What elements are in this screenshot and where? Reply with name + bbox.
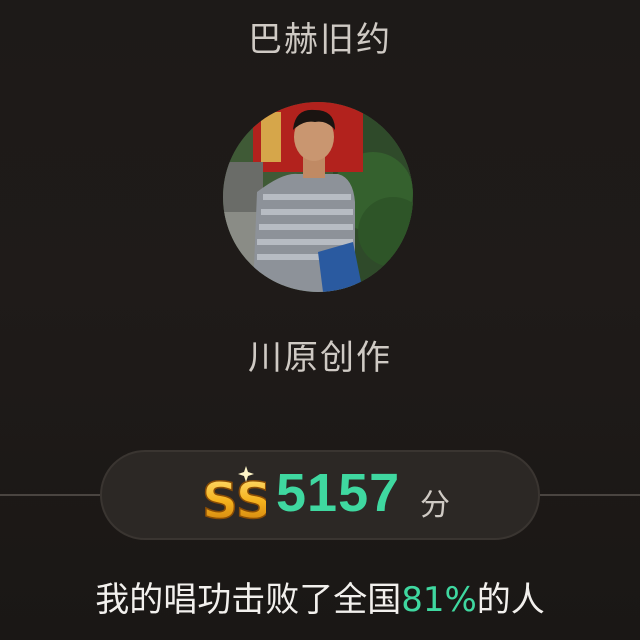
result-percent: 81% [401,580,477,620]
divider-right [540,494,640,496]
background [0,0,640,640]
song-title: 巴赫旧约 [248,20,392,60]
result-message: 我的唱功击败了全国81%的人 [0,572,640,621]
grade-ss-icon: SS [200,460,273,531]
svg-text:SS: SS [202,472,266,530]
avatar-photo [223,102,413,292]
score-value: 5157 [276,463,401,523]
artist-avatar[interactable] [223,102,413,292]
score-unit: 分 [420,488,450,523]
artist-name: 川原创作 [248,338,392,378]
result-suffix: 的人 [476,580,545,620]
divider-left [0,494,100,496]
result-prefix: 我的唱功击败了全国 [95,580,402,620]
